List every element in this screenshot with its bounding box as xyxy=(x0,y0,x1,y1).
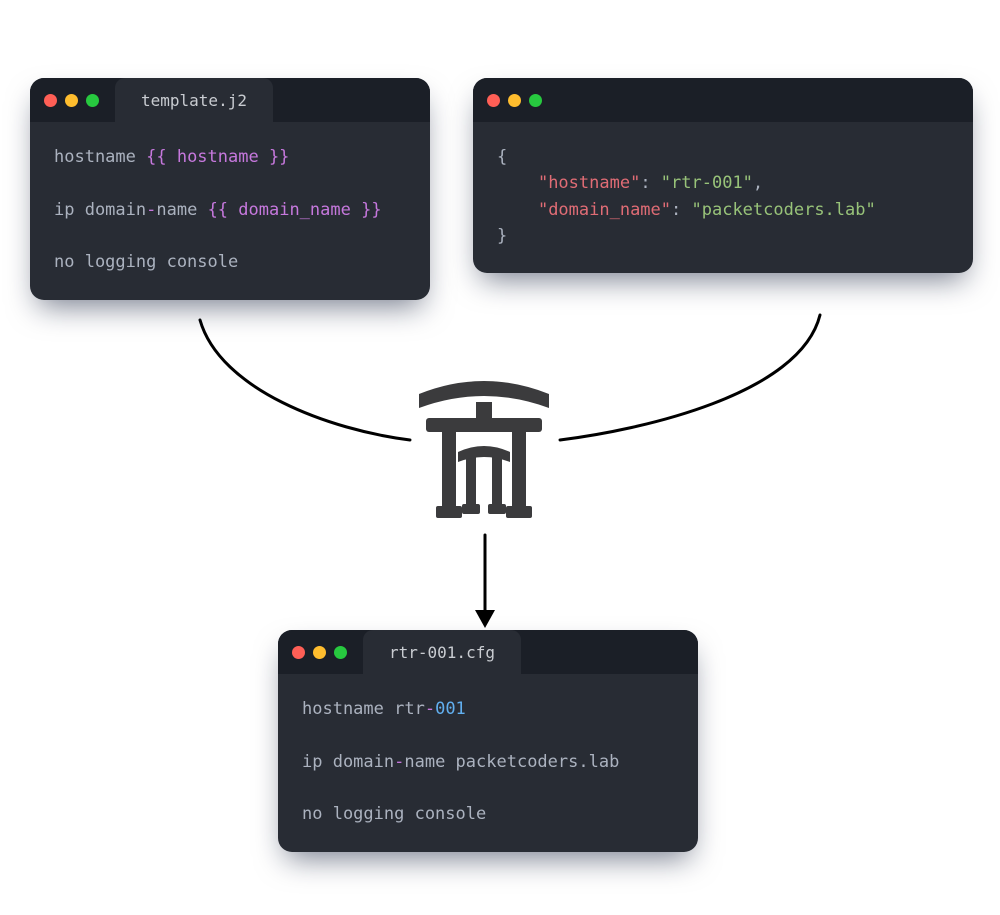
code-text: 001 xyxy=(435,699,466,719)
output-window: rtr-001.cfg hostname rtr-001 ip domain-n… xyxy=(278,630,698,852)
titlebar xyxy=(473,78,973,122)
output-code: hostname rtr-001 ip domain-name packetco… xyxy=(278,674,698,852)
minimize-icon xyxy=(508,94,521,107)
traffic-lights xyxy=(292,646,347,659)
code-text: hostname xyxy=(54,147,146,167)
code-text: name xyxy=(156,200,207,220)
code-text: - xyxy=(394,752,404,772)
code-text: : xyxy=(640,173,660,193)
zoom-icon xyxy=(86,94,99,107)
code-text: - xyxy=(146,200,156,220)
code-text: name packetcoders.lab xyxy=(404,752,619,772)
code-text: "packetcoders.lab" xyxy=(692,200,876,220)
code-text: , xyxy=(753,173,763,193)
data-code: { "hostname": "rtr-001", "domain_name": … xyxy=(473,122,973,273)
connector-data-to-logo xyxy=(560,315,820,440)
titlebar: rtr-001.cfg xyxy=(278,630,698,674)
traffic-lights xyxy=(44,94,99,107)
code-text: no logging console xyxy=(54,252,238,272)
code-text: { xyxy=(497,147,507,167)
tab-template: template.j2 xyxy=(115,78,273,122)
titlebar: template.j2 xyxy=(30,78,430,122)
code-text: hostname rtr xyxy=(302,699,425,719)
code-text: ip domain xyxy=(54,200,146,220)
code-text: "rtr-001" xyxy=(661,173,753,193)
code-text: "domain_name" xyxy=(538,200,671,220)
jinja-torii-icon xyxy=(414,366,554,526)
close-icon xyxy=(44,94,57,107)
traffic-lights xyxy=(487,94,542,107)
code-text: - xyxy=(425,699,435,719)
code-text: no logging console xyxy=(302,804,486,824)
template-code: hostname {{ hostname }} ip domain-name {… xyxy=(30,122,430,300)
code-text: : xyxy=(671,200,691,220)
zoom-icon xyxy=(334,646,347,659)
arrowhead-icon xyxy=(475,610,495,628)
code-text: ip domain xyxy=(302,752,394,772)
close-icon xyxy=(292,646,305,659)
minimize-icon xyxy=(313,646,326,659)
code-text: } xyxy=(497,226,507,246)
close-icon xyxy=(487,94,500,107)
data-window: { "hostname": "rtr-001", "domain_name": … xyxy=(473,78,973,273)
minimize-icon xyxy=(65,94,78,107)
template-window: template.j2 hostname {{ hostname }} ip d… xyxy=(30,78,430,300)
connector-template-to-logo xyxy=(200,320,410,440)
code-text: {{ domain_name }} xyxy=(208,200,382,220)
code-text: "hostname" xyxy=(538,173,640,193)
zoom-icon xyxy=(529,94,542,107)
code-text: {{ hostname }} xyxy=(146,147,289,167)
tab-output: rtr-001.cfg xyxy=(363,630,521,674)
diagram-stage: template.j2 hostname {{ hostname }} ip d… xyxy=(0,0,1000,915)
